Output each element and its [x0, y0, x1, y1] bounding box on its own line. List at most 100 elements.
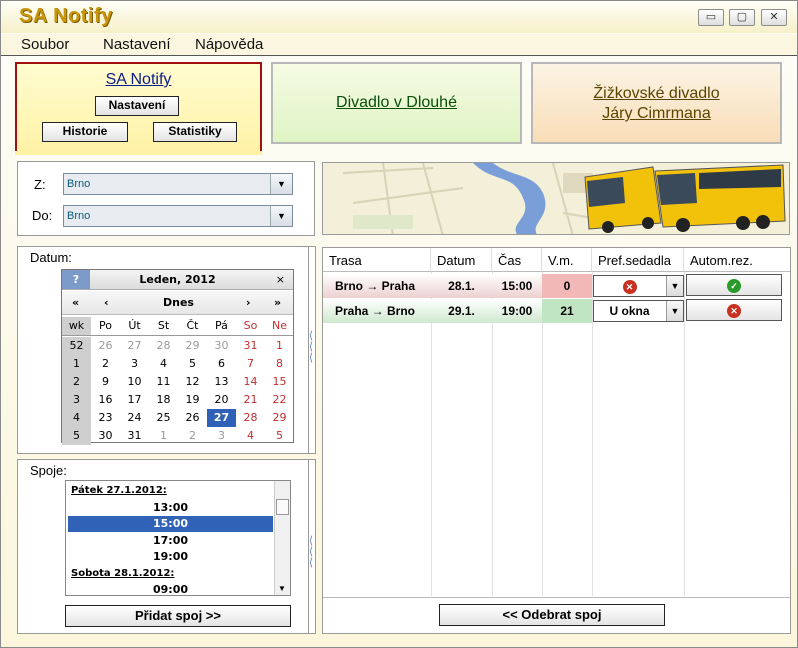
- calendar-day[interactable]: 29: [265, 409, 294, 427]
- list-item[interactable]: 19:00: [68, 549, 273, 565]
- col-header-seats[interactable]: V.m.: [542, 248, 592, 272]
- remove-connection-button[interactable]: << Odebrat spoj: [439, 604, 665, 626]
- calendar-day[interactable]: 11: [149, 373, 178, 391]
- chevron-down-icon[interactable]: ▼: [270, 206, 292, 226]
- col-header-date[interactable]: Datum: [431, 248, 492, 272]
- calendar-day[interactable]: 27: [120, 337, 149, 355]
- close-button[interactable]: ✕: [761, 9, 787, 26]
- menu-settings[interactable]: Nastavení: [103, 36, 171, 53]
- calendar-day[interactable]: 21: [236, 391, 265, 409]
- calendar-day[interactable]: 20: [207, 391, 236, 409]
- calendar-day[interactable]: 5: [265, 427, 294, 445]
- chevron-down-icon[interactable]: ▼: [666, 301, 683, 321]
- calendar-day[interactable]: 18: [149, 391, 178, 409]
- calendar-day[interactable]: 17: [120, 391, 149, 409]
- chevron-down-icon[interactable]: ▼: [666, 276, 683, 296]
- col-header-auto-res[interactable]: Autom.rez.: [684, 248, 790, 272]
- next-year-button[interactable]: »: [274, 296, 281, 309]
- today-button[interactable]: Dnes: [163, 296, 194, 309]
- calendar-day[interactable]: 8: [265, 355, 294, 373]
- calendar-close-button[interactable]: ×: [276, 273, 285, 286]
- scroll-down-icon[interactable]: ▼: [278, 584, 286, 593]
- card-zizkovske-divadlo[interactable]: Žižkovské divadlo Járy Cimrmana: [531, 62, 782, 144]
- calendar-day[interactable]: 2: [91, 355, 120, 373]
- calendar-day[interactable]: 19: [178, 391, 207, 409]
- to-label: Do:: [32, 208, 53, 223]
- calendar-day[interactable]: 23: [91, 409, 120, 427]
- calendar-day[interactable]: 13: [207, 373, 236, 391]
- list-item[interactable]: 17:00: [68, 533, 273, 549]
- calendar-day[interactable]: 7: [236, 355, 265, 373]
- calendar-day[interactable]: 28: [149, 337, 178, 355]
- calendar-day[interactable]: 22: [265, 391, 294, 409]
- card-sa-notify-title[interactable]: SA Notify: [17, 71, 260, 89]
- calendar-day[interactable]: 24: [120, 409, 149, 427]
- card-divadlo-v-dlouhe[interactable]: Divadlo v Dlouhé: [271, 62, 522, 144]
- calendar-day[interactable]: 4: [236, 427, 265, 445]
- calendar-weekday-header: St: [157, 319, 170, 332]
- auto-reservation-toggle[interactable]: ✕: [686, 299, 782, 321]
- calendar-day[interactable]: 4: [149, 355, 178, 373]
- calendar-day[interactable]: 29: [178, 337, 207, 355]
- calendar-day[interactable]: 27: [207, 409, 236, 427]
- calendar-day[interactable]: 5: [178, 355, 207, 373]
- calendar-day[interactable]: 3: [207, 427, 236, 445]
- prev-year-button[interactable]: «: [72, 296, 79, 309]
- calendar-day[interactable]: 9: [91, 373, 120, 391]
- statistics-button[interactable]: Statistiky: [153, 122, 237, 142]
- calendar-day[interactable]: 2: [178, 427, 207, 445]
- calendar-day[interactable]: 25: [149, 409, 178, 427]
- calendar-help-button[interactable]: ?: [62, 270, 90, 289]
- row-date: 29.1.: [431, 299, 492, 323]
- menu-file[interactable]: Soubor: [21, 36, 69, 53]
- splitter-grip-icon[interactable]: ⟨ ⟨ ⟨: [306, 536, 316, 582]
- list-item[interactable]: 09:00: [68, 582, 273, 595]
- calendar-day[interactable]: 1: [149, 427, 178, 445]
- maximize-button[interactable]: ▢: [729, 9, 755, 26]
- chevron-down-icon[interactable]: ▼: [270, 174, 292, 194]
- connections-list[interactable]: Pátek 27.1.2012: 13:00 15:00 17:00 19:00 Sobo…: [65, 480, 291, 596]
- calendar-day[interactable]: 30: [207, 337, 236, 355]
- pref-seat-select[interactable]: ✕ ▼: [593, 275, 684, 297]
- calendar-day[interactable]: 16: [91, 391, 120, 409]
- calendar-day[interactable]: 15: [265, 373, 294, 391]
- history-button[interactable]: Historie: [42, 122, 128, 142]
- calendar-day[interactable]: 10: [120, 373, 149, 391]
- calendar-day[interactable]: 1: [265, 337, 294, 355]
- calendar-day[interactable]: 31: [236, 337, 265, 355]
- card-zizkovske-divadlo-line2[interactable]: Járy Cimrmana: [533, 104, 780, 124]
- list-item[interactable]: 13:00: [68, 500, 273, 516]
- menu-help[interactable]: Nápověda: [195, 36, 263, 53]
- col-header-time[interactable]: Čas: [492, 248, 542, 272]
- next-month-button[interactable]: ›: [246, 296, 251, 309]
- calendar-day[interactable]: 14: [236, 373, 265, 391]
- calendar-day[interactable]: 30: [91, 427, 120, 445]
- prev-month-button[interactable]: ‹: [104, 296, 109, 309]
- settings-button[interactable]: Nastavení: [95, 96, 179, 116]
- calendar-day[interactable]: 3: [120, 355, 149, 373]
- to-combobox[interactable]: Brno ▼: [63, 205, 293, 227]
- card-zizkovske-divadlo-line1[interactable]: Žižkovské divadlo: [533, 84, 780, 104]
- col-header-route[interactable]: Trasa: [323, 248, 431, 272]
- scroll-thumb[interactable]: [276, 499, 289, 515]
- calendar-day[interactable]: 12: [178, 373, 207, 391]
- splitter-grip-icon[interactable]: ⟨ ⟨ ⟨: [306, 331, 316, 377]
- add-connection-button[interactable]: Přidat spoj >>: [65, 605, 291, 627]
- card-sa-notify[interactable]: SA Notify Nastavení Historie Statistiky: [15, 62, 262, 155]
- auto-reservation-toggle[interactable]: ✓: [686, 274, 782, 296]
- connections-scrollbar[interactable]: ▼: [274, 481, 290, 595]
- row-seats: 21: [542, 299, 592, 323]
- calendar-day[interactable]: 26: [91, 337, 120, 355]
- list-item[interactable]: 15:00: [68, 516, 273, 532]
- calendar-day[interactable]: 28: [236, 409, 265, 427]
- from-combobox[interactable]: Brno ▼: [63, 173, 293, 195]
- row-time: 15:00: [492, 274, 542, 298]
- calendar-day[interactable]: 26: [178, 409, 207, 427]
- minimize-button[interactable]: ▭: [698, 9, 724, 26]
- calendar-day[interactable]: 6: [207, 355, 236, 373]
- card-divadlo-v-dlouhe-title[interactable]: Divadlo v Dlouhé: [273, 93, 520, 113]
- row-date: 28.1.: [431, 274, 492, 298]
- calendar-day[interactable]: 31: [120, 427, 149, 445]
- pref-seat-select[interactable]: U okna ▼: [593, 300, 684, 322]
- col-header-pref-seats[interactable]: Pref.sedadla: [592, 248, 684, 272]
